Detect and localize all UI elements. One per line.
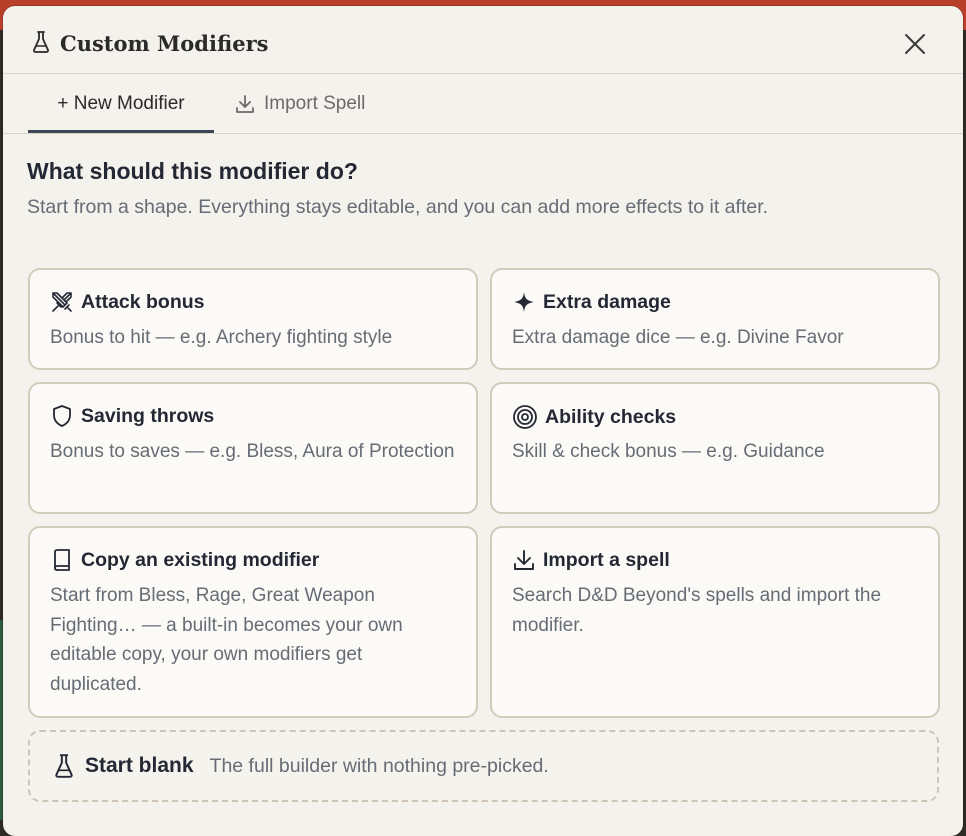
card-title-row: Attack bonus: [50, 290, 205, 314]
start-blank-title: Start blank: [85, 754, 194, 777]
book-icon: [54, 549, 70, 571]
card-extra-damage[interactable]: Extra damage Extra damage dice — e.g. Di…: [490, 268, 940, 370]
target-icon: [513, 405, 537, 429]
start-blank-description: The full builder with nothing pre-picked…: [209, 754, 549, 777]
start-blank-button[interactable]: Start blank The full builder with nothin…: [28, 730, 939, 802]
download-icon: [236, 94, 254, 113]
flask-icon: [55, 754, 73, 778]
dialog-title: Custom Modifiers: [60, 31, 269, 56]
card-description: Skill & check bonus — e.g. Guidance: [512, 441, 825, 462]
flask-icon: [33, 31, 49, 53]
dialog-header: Custom Modifiers: [3, 6, 963, 74]
shield-icon: [53, 405, 71, 427]
card-import-spell[interactable]: Import a spell Search D&D Beyond's spell…: [490, 526, 940, 718]
card-description: Search D&D Beyond's spells and import th…: [512, 585, 882, 636]
card-title-row: Copy an existing modifier: [50, 548, 319, 572]
card-description: Bonus to saves — e.g. Bless, Aura of Pro…: [50, 441, 455, 462]
tab-import-spell[interactable]: Import Spell: [234, 74, 365, 133]
card-description: Bonus to hit — e.g. Archery fighting sty…: [50, 327, 393, 348]
download-icon: [514, 550, 534, 570]
card-title-row: Import a spell: [512, 548, 670, 572]
tab-label: + New Modifier: [57, 92, 185, 114]
card-title-row: Saving throws: [50, 404, 214, 428]
custom-modifiers-dialog: Custom Modifiers + New Modifier Import S…: [3, 6, 963, 836]
tab-bar: + New Modifier Import Spell: [3, 74, 963, 134]
card-title: Copy an existing modifier: [81, 548, 320, 571]
card-saving-throws[interactable]: Saving throws Bonus to saves — e.g. Bles…: [28, 382, 478, 514]
section-heading: What should this modifier do?: [27, 158, 358, 184]
sparkle-icon: [514, 292, 534, 312]
card-description: Start from Bless, Rage, Great Weapon Fig…: [50, 585, 403, 695]
card-ability-checks[interactable]: Ability checks Skill & check bonus — e.g…: [490, 382, 940, 514]
tab-label: Import Spell: [264, 92, 366, 114]
active-tab-indicator: [28, 130, 214, 133]
card-title: Ability checks: [545, 405, 677, 428]
card-description: Extra damage dice — e.g. Divine Favor: [512, 327, 844, 348]
close-icon[interactable]: [899, 28, 931, 60]
tab-new-modifier[interactable]: + New Modifier: [28, 74, 214, 133]
card-title: Import a spell: [543, 548, 670, 571]
card-title-row: Extra damage: [512, 290, 671, 314]
section-subheading: Start from a shape. Everything stays edi…: [27, 196, 769, 218]
card-attack-bonus[interactable]: Attack bonus Bonus to hit — e.g. Archery…: [28, 268, 478, 370]
card-title: Extra damage: [543, 290, 671, 313]
card-title: Saving throws: [81, 404, 215, 427]
card-copy-existing-modifier[interactable]: Copy an existing modifier Start from Ble…: [28, 526, 478, 718]
card-title-row: Ability checks: [512, 404, 676, 430]
card-title: Attack bonus: [81, 290, 205, 313]
crossed-swords-icon: [52, 292, 72, 312]
